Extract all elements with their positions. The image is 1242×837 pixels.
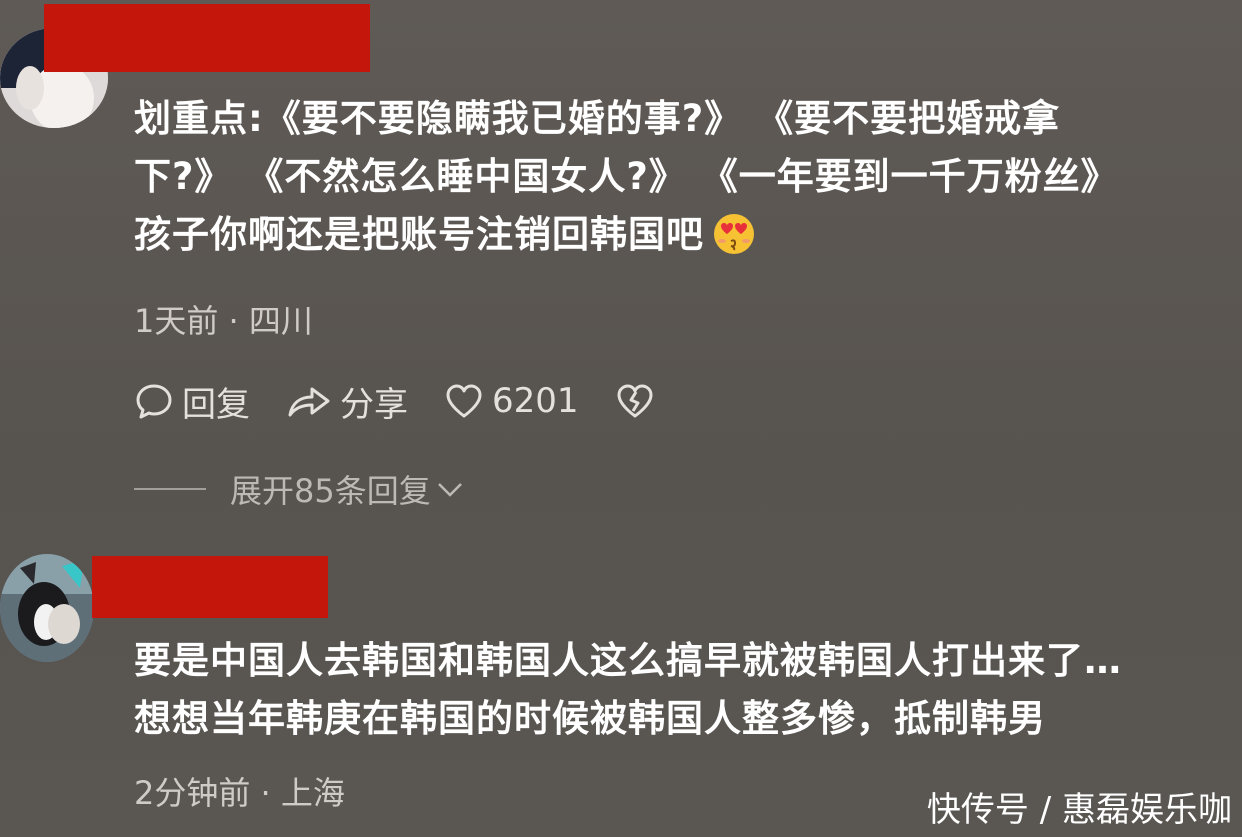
- avatar[interactable]: [0, 554, 94, 662]
- comment-text: 划重点:《要不要隐瞒我已婚的事?》 《要不要把婚戒拿 下?》 《不然怎么睡中国女…: [134, 90, 1119, 272]
- like-button[interactable]: 6201: [444, 381, 579, 421]
- share-arrow-icon: [288, 387, 330, 417]
- reply-label: 回复: [182, 384, 250, 425]
- username-redaction: [44, 4, 370, 72]
- comment-line: 想想当年韩庚在韩国的时候被韩国人整多惨，抵制韩男: [134, 697, 1046, 740]
- comment-text: 要是中国人去韩国和韩国人这么搞早就被韩国人打出来了… 想想当年韩庚在韩国的时候被…: [134, 632, 1122, 748]
- chevron-down-icon: [437, 483, 462, 497]
- comment-line: 划重点:《要不要隐瞒我已婚的事?》 《要不要把婚戒拿: [134, 97, 1061, 140]
- comment-line: 孩子你啊还是把账号注销回韩国吧: [134, 206, 1119, 272]
- comment-actions: 回复 分享 6201: [134, 377, 691, 426]
- dislike-button[interactable]: [615, 381, 655, 421]
- comment-meta: 2分钟前 · 上海: [134, 774, 345, 812]
- comment-meta: 1天前 · 四川: [134, 302, 313, 340]
- share-button[interactable]: 分享: [286, 377, 408, 426]
- expand-replies-label: 展开85条回复: [230, 472, 431, 510]
- expand-replies[interactable]: 展开85条回复: [134, 466, 465, 512]
- username-redaction: [92, 556, 328, 618]
- reply-button[interactable]: 回复: [134, 377, 250, 426]
- like-count: 6201: [492, 381, 579, 421]
- heart-eyes-kiss-emoji: [712, 213, 756, 272]
- divider-line: [134, 488, 206, 490]
- reply-bubble-icon: [136, 384, 172, 419]
- avatar-image: [0, 554, 94, 662]
- broken-heart-icon: [617, 384, 653, 418]
- heart-icon: [446, 384, 482, 418]
- watermark: 快传号 / 惠磊娱乐咖: [926, 790, 1232, 830]
- comment-line: 要是中国人去韩国和韩国人这么搞早就被韩国人打出来了…: [134, 639, 1122, 682]
- comment-item: 划重点:《要不要隐瞒我已婚的事?》 《要不要把婚戒拿 下?》 《不然怎么睡中国女…: [0, 0, 1242, 520]
- comment-line: 下?》 《不然怎么睡中国女人?》 《一年要到一千万粉丝》: [134, 155, 1119, 198]
- share-label: 分享: [340, 384, 408, 425]
